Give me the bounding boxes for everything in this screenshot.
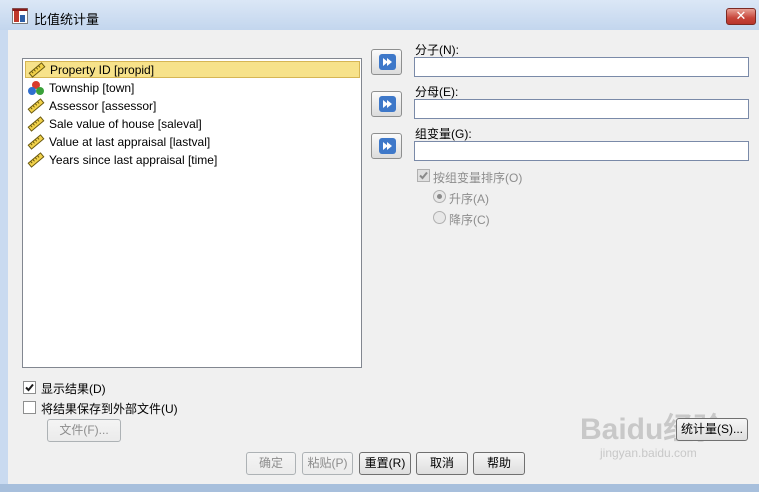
list-item[interactable]: Township [town] xyxy=(25,79,360,96)
help-button[interactable]: 帮助 xyxy=(473,452,525,475)
list-item[interactable]: Value at last appraisal [lastval] xyxy=(25,133,360,150)
paste-button[interactable]: 粘贴(P) xyxy=(302,452,353,475)
checkmark-icon xyxy=(25,383,34,392)
radio-dot xyxy=(437,194,442,199)
list-item[interactable]: Years since last appraisal [time] xyxy=(25,151,360,168)
dialog-title: 比值统计量 xyxy=(34,12,100,27)
save-to-file-label: 将结果保存到外部文件(U) xyxy=(41,402,178,416)
window-bottom-border xyxy=(0,484,759,492)
descending-label: 降序(C) xyxy=(449,213,490,227)
source-variable-list[interactable]: Property ID [propid] Township [town] Ass… xyxy=(22,58,362,368)
checkmark-icon xyxy=(419,171,428,180)
file-button[interactable]: 文件(F)... xyxy=(47,419,121,442)
ok-button[interactable]: 确定 xyxy=(246,452,296,475)
variable-label: Value at last appraisal [lastval] xyxy=(49,134,211,149)
numerator-field[interactable] xyxy=(414,57,749,77)
close-button[interactable]: ✕ xyxy=(726,8,756,25)
move-to-group-button[interactable] xyxy=(371,133,402,159)
denominator-field[interactable] xyxy=(414,99,749,119)
display-results-label: 显示结果(D) xyxy=(41,382,106,396)
ruler-icon xyxy=(27,133,45,150)
cancel-button[interactable]: 取消 xyxy=(416,452,468,475)
ruler-icon xyxy=(27,115,45,132)
variable-label: Property ID [propid] xyxy=(50,62,155,77)
ruler-icon xyxy=(27,97,45,114)
variable-label: Township [town] xyxy=(49,80,135,95)
close-icon: ✕ xyxy=(735,8,747,23)
reset-button[interactable]: 重置(R) xyxy=(359,452,411,475)
nominal-balls-icon xyxy=(28,80,44,95)
ratio-statistics-dialog: 比值统计量 ✕ Property ID [propid] Township [t… xyxy=(0,0,759,492)
sort-by-group-label: 按组变量排序(O) xyxy=(433,171,523,185)
ruler-icon xyxy=(27,151,45,168)
list-item[interactable]: Property ID [propid] xyxy=(25,61,360,78)
ruler-icon xyxy=(28,61,46,78)
descending-radio[interactable] xyxy=(433,211,446,224)
right-arrow-icon xyxy=(379,96,396,112)
group-variable-field[interactable] xyxy=(414,141,749,161)
list-item[interactable]: Assessor [assessor] xyxy=(25,97,360,114)
right-arrow-icon xyxy=(379,54,396,70)
watermark-url: jingyan.baidu.com xyxy=(600,446,697,460)
ascending-label: 升序(A) xyxy=(449,192,489,206)
move-to-denominator-button[interactable] xyxy=(371,91,402,117)
app-icon xyxy=(12,8,28,24)
list-item[interactable]: Sale value of house [saleval] xyxy=(25,115,360,132)
sort-by-group-checkbox[interactable] xyxy=(417,169,430,182)
display-results-checkbox[interactable] xyxy=(23,381,36,394)
statistics-button[interactable]: 统计量(S)... xyxy=(676,418,748,441)
variable-label: Assessor [assessor] xyxy=(49,98,157,113)
numerator-label: 分子(N): xyxy=(415,43,459,57)
ascending-radio[interactable] xyxy=(433,190,446,203)
group-variable-label: 组变量(G): xyxy=(415,127,472,141)
title-bar: 比值统计量 ✕ xyxy=(0,0,759,30)
right-arrow-icon xyxy=(379,138,396,154)
denominator-label: 分母(E): xyxy=(415,85,459,99)
variable-label: Sale value of house [saleval] xyxy=(49,116,202,131)
variable-label: Years since last appraisal [time] xyxy=(49,152,218,167)
save-to-file-checkbox[interactable] xyxy=(23,401,36,414)
move-to-numerator-button[interactable] xyxy=(371,49,402,75)
